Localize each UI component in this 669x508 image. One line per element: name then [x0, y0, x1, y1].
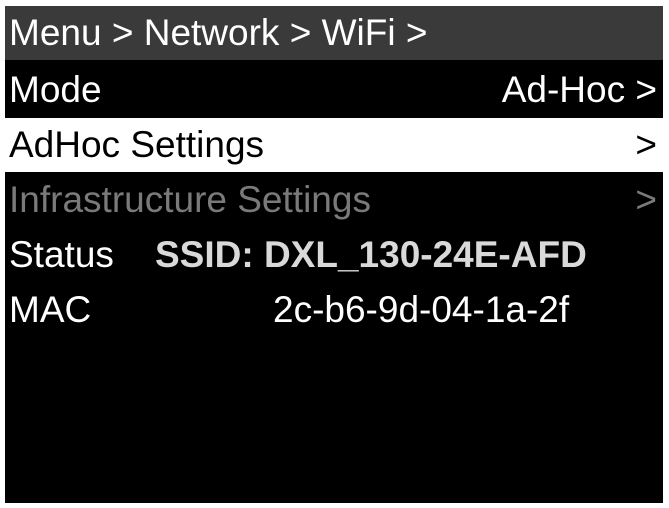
menu-item-adhoc-settings[interactable]: AdHoc Settings >: [5, 118, 663, 172]
mac-value: 2c-b6-9d-04-1a-2f: [273, 289, 570, 330]
mac-row: MAC 2c-b6-9d-04-1a-2f: [5, 283, 663, 337]
adhoc-settings-label: AdHoc Settings: [9, 124, 265, 165]
mode-value: Ad-Hoc >: [501, 69, 657, 110]
status-row: Status SSID: DXL_130-24E-AFD: [5, 228, 663, 282]
menu-item-infrastructure-settings: Infrastructure Settings >: [5, 173, 663, 227]
status-label: Status: [9, 234, 114, 275]
infrastructure-settings-label: Infrastructure Settings: [9, 179, 371, 220]
chevron-right-icon: >: [635, 179, 657, 220]
breadcrumb: Menu > Network > WiFi >: [5, 6, 663, 60]
mode-label: Mode: [9, 69, 102, 110]
menu-item-mode[interactable]: Mode Ad-Hoc >: [5, 63, 663, 117]
chevron-right-icon: >: [635, 124, 657, 165]
wifi-menu-screen: Menu > Network > WiFi > Mode Ad-Hoc > Ad…: [5, 6, 663, 503]
mac-label: MAC: [9, 289, 92, 330]
ssid-value: SSID: DXL_130-24E-AFD: [155, 234, 587, 275]
